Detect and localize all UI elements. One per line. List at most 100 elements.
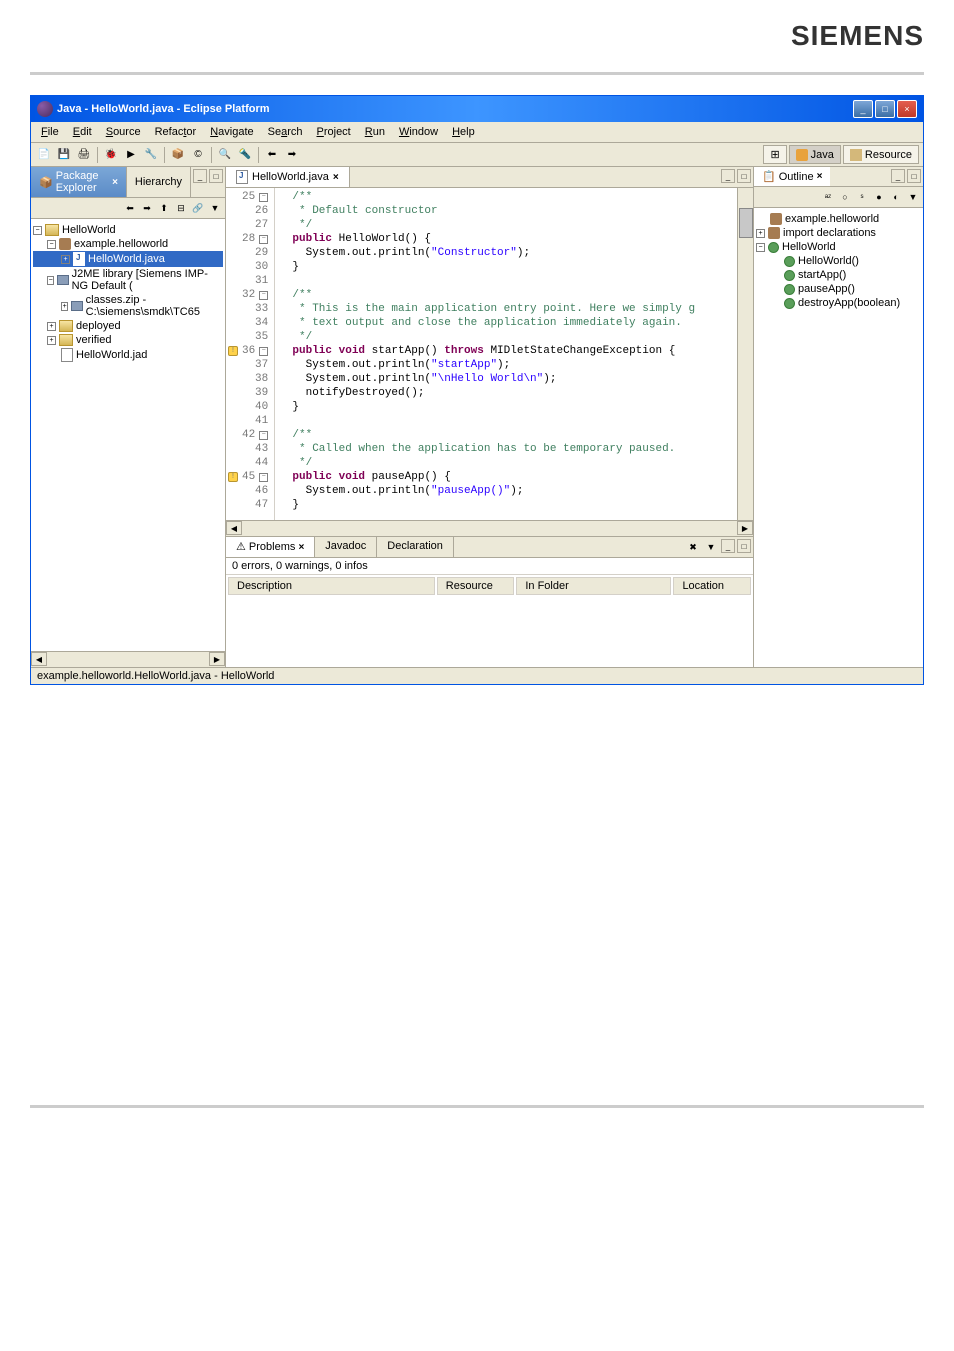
collapse-button[interactable]: ⊟ xyxy=(173,200,189,216)
expander-icon[interactable]: − xyxy=(47,240,56,249)
minimize-button[interactable]: _ xyxy=(853,100,873,118)
menu-button[interactable]: ▼ xyxy=(207,200,223,216)
outline-destroyapp[interactable]: destroyApp(boolean) xyxy=(798,297,900,309)
run-button[interactable]: ▶ xyxy=(122,146,140,164)
debug-button[interactable]: 🐞 xyxy=(102,146,120,164)
back-button[interactable]: ⬅ xyxy=(122,200,138,216)
outline-tree[interactable]: example.helloworld +import declarations … xyxy=(754,208,923,314)
forward-button[interactable]: ➡ xyxy=(139,200,155,216)
view-minimize-button[interactable]: _ xyxy=(721,539,735,553)
problems-table[interactable]: Description Resource In Folder Location xyxy=(226,575,753,597)
new-package-button[interactable]: 📦 xyxy=(169,146,187,164)
javadoc-tab[interactable]: Javadoc xyxy=(315,537,377,557)
verified-node[interactable]: verified xyxy=(76,334,111,346)
menu-project[interactable]: Project xyxy=(311,124,357,140)
java-perspective-button[interactable]: Java xyxy=(789,145,841,164)
classes-node[interactable]: classes.zip - C:\siemens\smdk\TC65 xyxy=(86,294,223,318)
outline-package[interactable]: example.helloworld xyxy=(785,213,879,225)
menu-file[interactable]: File xyxy=(35,124,65,140)
print-button[interactable]: 🖨 xyxy=(75,146,93,164)
nav-fwd-button[interactable]: ➡ xyxy=(283,146,301,164)
view-maximize-button[interactable]: □ xyxy=(209,169,223,183)
ext-tools-button[interactable]: 🔧 xyxy=(142,146,160,164)
scrollbar-horizontal[interactable] xyxy=(47,652,209,667)
close-button[interactable]: × xyxy=(897,100,917,118)
new-button[interactable]: 📄 xyxy=(35,146,53,164)
editor-maximize-button[interactable]: □ xyxy=(737,169,751,183)
outline-constructor[interactable]: HelloWorld() xyxy=(798,255,859,267)
close-icon[interactable]: × xyxy=(298,542,304,553)
menu-search[interactable]: Search xyxy=(262,124,309,140)
scroll-right-button[interactable]: ▶ xyxy=(737,521,753,535)
menu-run[interactable]: Run xyxy=(359,124,391,140)
scrollbar-horizontal[interactable] xyxy=(242,521,737,536)
view-minimize-button[interactable]: _ xyxy=(193,169,207,183)
expander-icon[interactable]: − xyxy=(47,276,54,285)
filter-button[interactable]: ✖ xyxy=(685,539,701,555)
col-description[interactable]: Description xyxy=(228,577,435,595)
outline-tab[interactable]: 📋 Outline × xyxy=(754,167,830,186)
outline-startapp[interactable]: startApp() xyxy=(798,269,846,281)
view-maximize-button[interactable]: □ xyxy=(737,539,751,553)
view-maximize-button[interactable]: □ xyxy=(907,169,921,183)
hierarchy-tab[interactable]: Hierarchy xyxy=(127,167,191,197)
close-icon[interactable]: × xyxy=(817,171,823,182)
up-button[interactable]: ⬆ xyxy=(156,200,172,216)
menu-refactor[interactable]: Refactor xyxy=(149,124,203,140)
j2me-node[interactable]: J2ME library [Siemens IMP-NG Default ( xyxy=(72,268,223,292)
nav-back-button[interactable]: ⬅ xyxy=(263,146,281,164)
col-location[interactable]: Location xyxy=(673,577,751,595)
menu-help[interactable]: Help xyxy=(446,124,481,140)
scroll-left-button[interactable]: ◀ xyxy=(226,521,242,535)
scrollbar-vertical[interactable] xyxy=(737,188,753,520)
scroll-right-button[interactable]: ▶ xyxy=(209,652,225,666)
menu-edit[interactable]: Edit xyxy=(67,124,98,140)
declaration-tab[interactable]: Declaration xyxy=(377,537,454,557)
outline-imports[interactable]: import declarations xyxy=(783,227,876,239)
code-area[interactable]: /** * Default constructor */ public Hell… xyxy=(275,188,737,520)
link-button[interactable]: 🔗 xyxy=(190,200,206,216)
close-icon[interactable]: × xyxy=(333,172,339,183)
outline-class[interactable]: HelloWorld xyxy=(782,241,836,253)
java-file-node[interactable]: HelloWorld.java xyxy=(88,253,165,265)
search-button[interactable]: 🔦 xyxy=(236,146,254,164)
new-class-button[interactable]: © xyxy=(189,146,207,164)
expander-icon[interactable]: − xyxy=(33,226,42,235)
outline-pauseapp[interactable]: pauseApp() xyxy=(798,283,855,295)
project-node[interactable]: HelloWorld xyxy=(62,224,116,236)
expander-icon[interactable]: + xyxy=(47,322,56,331)
sort-button[interactable]: ᵃᶻ xyxy=(820,189,836,205)
menu-window[interactable]: Window xyxy=(393,124,444,140)
code-editor[interactable]: 25−262728−29303132−333435!36−37383940414… xyxy=(226,188,753,520)
scroll-thumb[interactable] xyxy=(739,208,753,238)
titlebar[interactable]: Java - HelloWorld.java - Eclipse Platfor… xyxy=(31,96,923,122)
maximize-button[interactable]: □ xyxy=(875,100,895,118)
hide-static-button[interactable]: ˢ xyxy=(854,189,870,205)
menu-button[interactable]: ▼ xyxy=(905,189,921,205)
menu-button[interactable]: ▼ xyxy=(703,539,719,555)
open-type-button[interactable]: 🔍 xyxy=(216,146,234,164)
problems-body[interactable] xyxy=(226,597,753,667)
col-resource[interactable]: Resource xyxy=(437,577,515,595)
hide-fields-button[interactable]: ○ xyxy=(837,189,853,205)
expander-icon[interactable]: + xyxy=(756,229,765,238)
save-button[interactable]: 💾 xyxy=(55,146,73,164)
resource-perspective-button[interactable]: Resource xyxy=(843,145,919,164)
package-node[interactable]: example.helloworld xyxy=(74,238,168,250)
open-perspective-button[interactable]: ⊞ xyxy=(763,145,786,164)
editor-minimize-button[interactable]: _ xyxy=(721,169,735,183)
hide-local-button[interactable]: ◐ xyxy=(888,189,904,205)
editor-tab[interactable]: HelloWorld.java × xyxy=(226,167,350,187)
col-infolder[interactable]: In Folder xyxy=(516,577,671,595)
jad-node[interactable]: HelloWorld.jad xyxy=(76,349,147,361)
problems-tab[interactable]: ⚠ Problems × xyxy=(226,537,315,557)
menu-navigate[interactable]: Navigate xyxy=(204,124,259,140)
hide-nonpublic-button[interactable]: ● xyxy=(871,189,887,205)
deployed-node[interactable]: deployed xyxy=(76,320,121,332)
expander-icon[interactable]: + xyxy=(61,302,68,311)
scroll-left-button[interactable]: ◀ xyxy=(31,652,47,666)
expander-icon[interactable]: + xyxy=(47,336,56,345)
close-icon[interactable]: × xyxy=(112,177,118,188)
line-gutter[interactable]: 25−262728−29303132−333435!36−37383940414… xyxy=(226,188,275,520)
menu-source[interactable]: Source xyxy=(100,124,147,140)
